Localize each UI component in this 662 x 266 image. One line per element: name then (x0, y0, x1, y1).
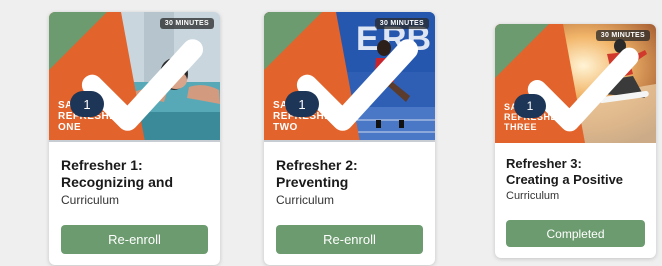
course-card-3[interactable]: 30 MINUTES SA REFRESHER THREE 1 Refreshe… (495, 24, 656, 258)
reenroll-button[interactable]: Re-enroll (61, 225, 208, 254)
reenroll-button[interactable]: Re-enroll (276, 225, 423, 254)
course-card-2[interactable]: E RB 30 MINUTES SA REFRESHER TWO 1 Refre… (264, 12, 435, 265)
series-number: THREE (504, 122, 538, 132)
course-title[interactable]: Refresher 2: Preventing (276, 157, 427, 191)
course-thumbnail[interactable]: 30 MINUTES SA REFRESHER THREE 1 (495, 24, 656, 143)
course-type: Curriculum (61, 193, 120, 207)
duration-badge: 30 MINUTES (159, 18, 214, 29)
course-thumbnail[interactable]: E RB 30 MINUTES SA REFRESHER TWO 1 (264, 12, 435, 142)
course-title[interactable]: Refresher 1: Recognizing and (61, 157, 212, 191)
duration-badge: 30 MINUTES (595, 30, 650, 41)
course-type: Curriculum (506, 190, 560, 202)
duration-badge: 30 MINUTES (374, 18, 429, 29)
course-title[interactable]: Refresher 3: Creating a Positive (506, 156, 648, 188)
course-type: Curriculum (276, 193, 335, 207)
count-badge: 1 (285, 91, 319, 117)
completed-button[interactable]: Completed (506, 220, 645, 247)
series-number: ONE (58, 122, 82, 133)
count-badge: 1 (514, 94, 546, 118)
course-thumbnail[interactable]: 30 MINUTES SA REFRESHER ONE 1 (49, 12, 220, 142)
series-number: TWO (273, 122, 298, 133)
count-badge: 1 (70, 91, 104, 117)
course-card-1[interactable]: 30 MINUTES SA REFRESHER ONE 1 Refresher … (49, 12, 220, 265)
